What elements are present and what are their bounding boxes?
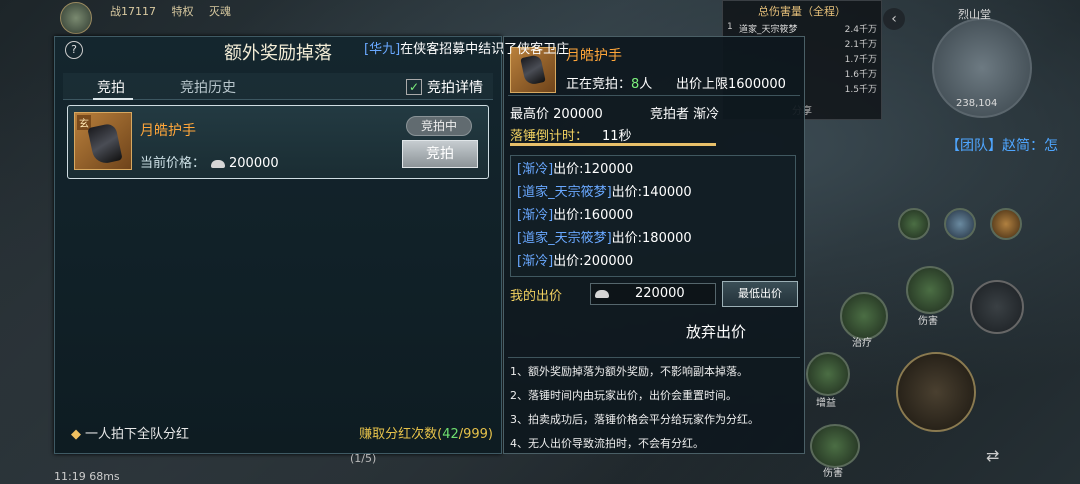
- hud-top-bar: 战17117 特权 灭魂: [110, 3, 243, 23]
- chevron-left-icon[interactable]: ‹: [883, 8, 905, 30]
- gauntlet-icon: [87, 122, 123, 166]
- active-tab-indicator: [93, 98, 133, 100]
- bid-log-row: [渐冷]出价:160000: [517, 208, 634, 223]
- bid-button[interactable]: 竞拍: [402, 140, 478, 168]
- silver-icon: [211, 159, 226, 168]
- lock-icon[interactable]: [970, 280, 1024, 334]
- skill-gain-button[interactable]: [806, 352, 850, 396]
- rule-text: 1、额外奖励掉落为额外奖励，不影响副本掉落。: [510, 365, 748, 378]
- divider: [508, 95, 800, 96]
- rule-text: 2、落锤时间内由玩家出价，出价会重置时间。: [510, 389, 737, 402]
- buff-icon[interactable]: [898, 208, 930, 240]
- countdown-bar: [510, 143, 716, 146]
- minimap-coord: 238,104: [956, 98, 998, 109]
- chat-page-indicator[interactable]: (1/5): [350, 452, 376, 465]
- swap-icon[interactable]: ⇄: [986, 446, 1016, 466]
- my-bid-input[interactable]: 220000: [590, 283, 716, 305]
- auction-item-card[interactable]: 玄 月皓护手 当前价格： 200000 竞拍中 竞拍: [67, 105, 489, 179]
- bid-log-row: [渐冷]出价:120000: [517, 162, 634, 177]
- current-bidder: 竞拍者 渐冷: [650, 107, 720, 122]
- my-bid-label: 我的出价: [510, 289, 563, 304]
- extra-label[interactable]: 灭魂: [209, 5, 231, 18]
- bid-limit: 出价上限1600000: [676, 77, 786, 92]
- minimap-place: 烈山堂: [958, 8, 991, 21]
- skill-heal-label: 治疗: [852, 338, 872, 349]
- privilege-label[interactable]: 特权: [172, 5, 194, 18]
- checkbox-icon[interactable]: ✓: [406, 79, 422, 95]
- divider: [508, 357, 800, 358]
- damage-board-title: 总伤害量（全程）: [758, 5, 846, 18]
- auction-detail-panel: 月皓护手 正在竞拍：8人 出价上限1600000 最高价 200000 竞拍者 …: [503, 36, 805, 454]
- player-avatar[interactable]: [60, 2, 92, 34]
- silver-icon: [595, 289, 609, 298]
- power-label: 战17117: [110, 5, 156, 18]
- hammer-countdown: 落锤倒计时： 11秒: [510, 129, 632, 144]
- bid-log-row: [渐冷]出价:200000: [517, 254, 634, 269]
- bidders-count: 正在竞拍：8人: [566, 77, 653, 92]
- bid-log-row: [道家_天宗筱梦]出价:140000: [517, 185, 692, 200]
- auction-detail-label: 竞拍详情: [427, 80, 483, 96]
- auction-panel: ? 额外奖励掉落 竞拍 竞拍历史 ✓ 竞拍详情 玄 月皓护手 当前价格： 2000…: [54, 36, 502, 454]
- rule-text: 3、拍卖成功后，落锤价格会平分给玩家作为分红。: [510, 413, 759, 426]
- system-announcement: [华九]在侠客招募中结识了侠客卫庄: [364, 42, 570, 57]
- tab-bar: 竞拍 竞拍历史 ✓ 竞拍详情: [63, 73, 493, 100]
- skill-damage2-label: 伤害: [823, 468, 843, 479]
- item-icon[interactable]: 玄: [74, 112, 132, 170]
- highest-price: 最高价 200000: [510, 107, 603, 122]
- main-attack-button[interactable]: [896, 352, 976, 432]
- price-value: 200000: [229, 156, 279, 171]
- give-up-bid-button[interactable]: 放弃出价: [686, 321, 746, 342]
- dividend-count: 赚取分红次数(42/999): [359, 427, 493, 442]
- buff-icon[interactable]: [990, 208, 1022, 240]
- auction-detail-checkbox[interactable]: ✓ 竞拍详情: [406, 77, 483, 97]
- tab-auction[interactable]: 竞拍: [97, 77, 125, 97]
- skill-damage2-button[interactable]: [810, 424, 860, 468]
- status-bar: 11:19 68ms: [54, 470, 120, 483]
- status-badge: 竞拍中: [406, 116, 472, 136]
- team-chat-message[interactable]: 【团队】赵简：怎: [946, 135, 1058, 155]
- skill-heal-button[interactable]: [840, 292, 888, 340]
- item-name: 月皓护手: [140, 123, 196, 139]
- diamond-icon: ◆: [71, 427, 81, 442]
- rule-text: 4、无人出价导致流拍时，不会有分红。: [510, 437, 704, 450]
- buff-icon[interactable]: [944, 208, 976, 240]
- bid-log-row: [道家_天宗筱梦]出价:180000: [517, 231, 692, 246]
- bid-log[interactable]: [渐冷]出价:120000 [道家_天宗筱梦]出价:140000 [渐冷]出价:…: [510, 155, 796, 277]
- min-bid-button[interactable]: 最低出价: [722, 281, 798, 307]
- tab-auction-history[interactable]: 竞拍历史: [180, 77, 236, 97]
- gauntlet-icon: [520, 54, 546, 86]
- skill-damage-label: 伤害: [918, 316, 938, 327]
- detail-item-name: 月皓护手: [566, 48, 622, 64]
- price-label: 当前价格：: [140, 156, 206, 171]
- skill-gain-label: 增益: [816, 398, 836, 409]
- current-price: 当前价格： 200000: [140, 152, 279, 171]
- damage-row: 1 道家_天宗筱梦 2.4千万: [727, 22, 877, 35]
- dividend-note: ◆ 一人拍下全队分红: [71, 427, 190, 442]
- minimap[interactable]: 烈山堂 238,104: [922, 6, 1042, 118]
- skill-damage-button[interactable]: [906, 266, 954, 314]
